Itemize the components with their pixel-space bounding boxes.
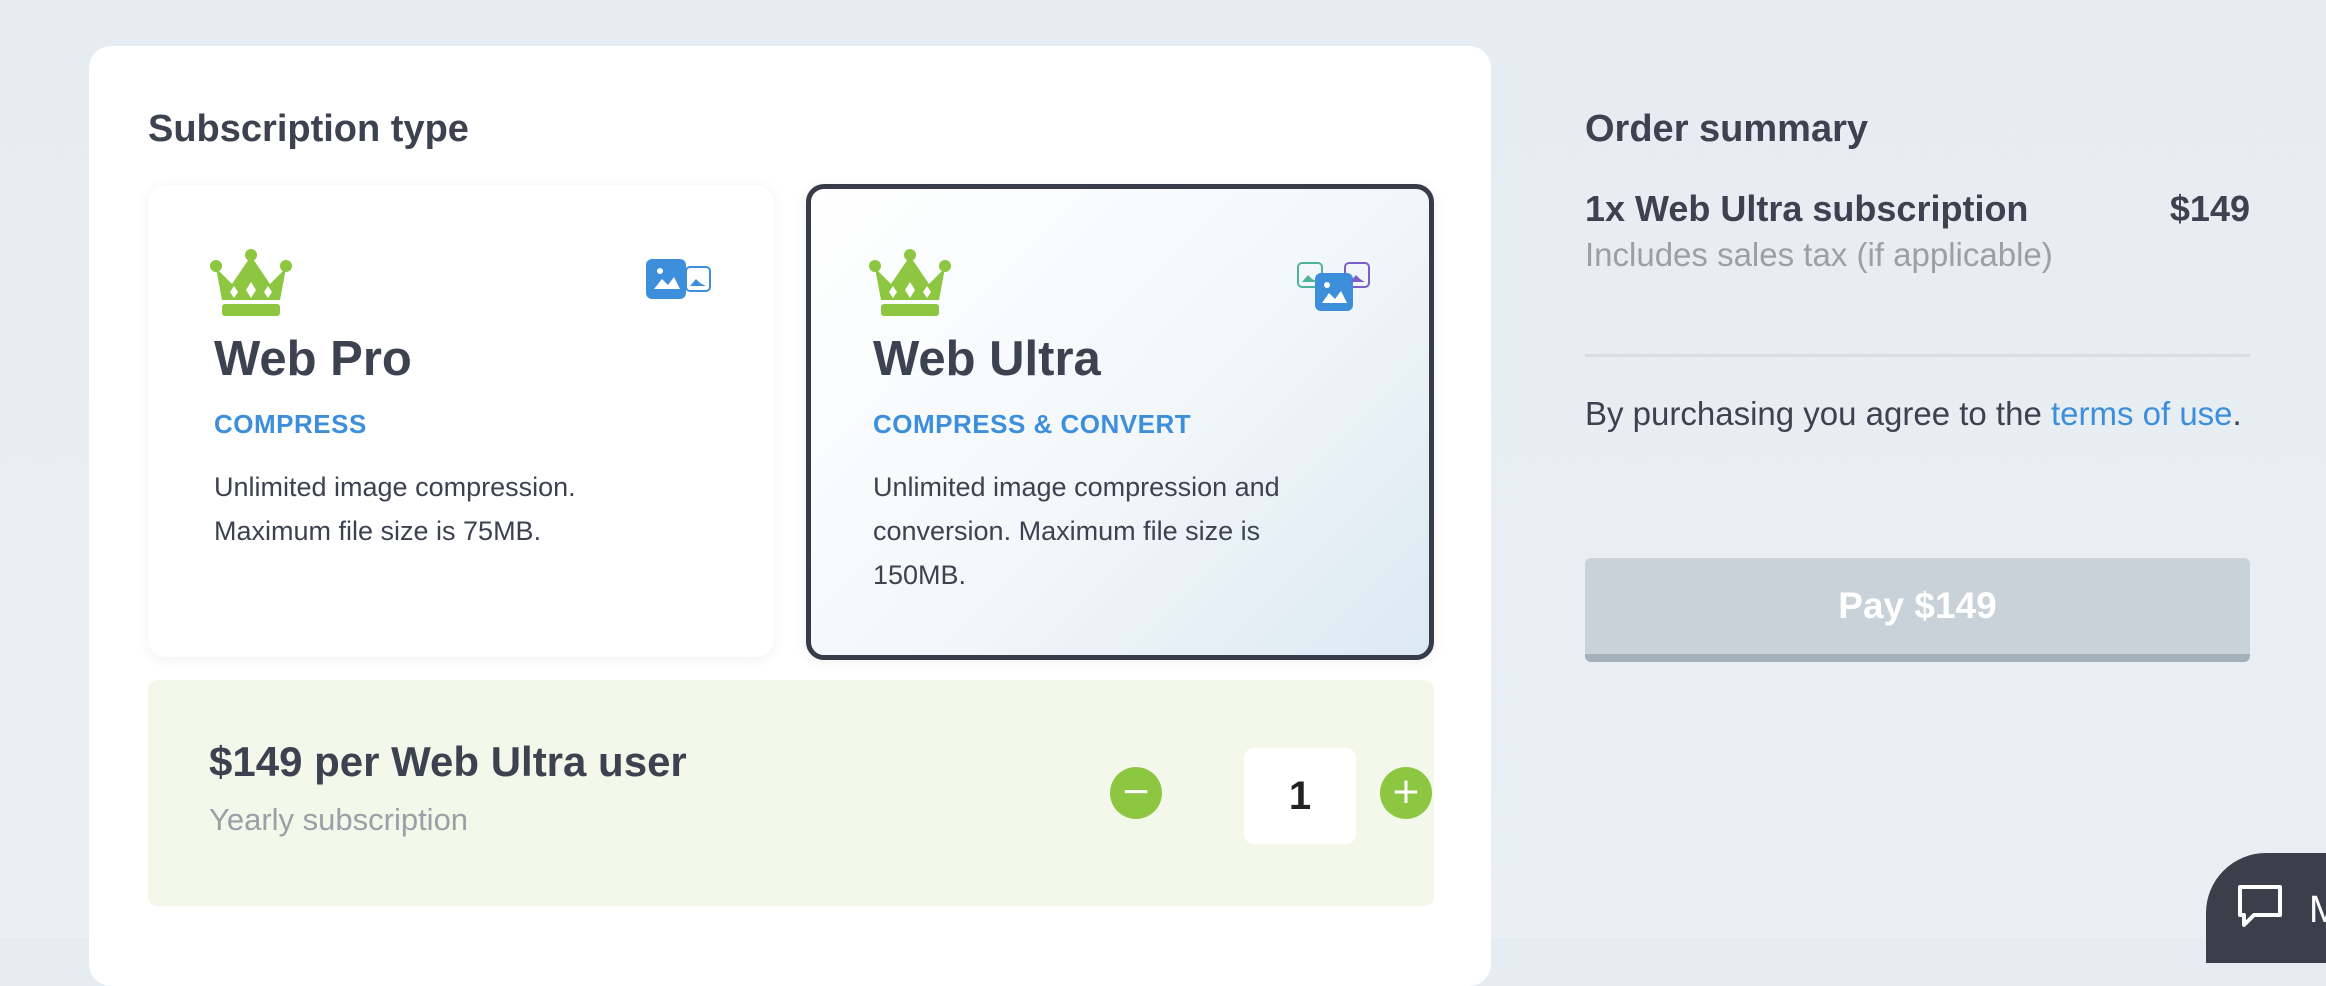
terms-suffix: .: [2232, 395, 2242, 432]
plan-card-web-ultra[interactable]: Web Ultra COMPRESS & CONVERT Unlimited i…: [806, 184, 1434, 660]
crown-icon: [210, 249, 292, 316]
plan-tag: COMPRESS: [214, 409, 367, 439]
billing-period: Yearly subscription: [209, 802, 469, 837]
plan-description: Unlimited image compression. Maximum fil…: [214, 472, 576, 546]
chat-label: M: [2309, 889, 2326, 931]
price-per-user: $149 per Web Ultra user: [209, 738, 687, 785]
crown-icon: [869, 249, 951, 316]
chat-widget-button[interactable]: M: [2206, 853, 2326, 963]
summary-title: Order summary: [1585, 108, 1869, 150]
divider: [1585, 354, 2250, 357]
pay-button[interactable]: Pay $149: [1585, 558, 2250, 662]
terms-of-use-link[interactable]: terms of use: [2051, 395, 2233, 432]
image-compress-icon: [646, 259, 711, 299]
terms-prefix: By purchasing you agree to the: [1585, 395, 2051, 432]
line-item-label: 1x Web Ultra subscription: [1585, 188, 2029, 229]
price-quantity-box: $149 per Web Ultra user Yearly subscript…: [148, 680, 1434, 906]
plan-name: Web Ultra: [873, 332, 1101, 386]
section-title: Subscription type: [148, 108, 469, 150]
decrease-quantity-button[interactable]: −: [1110, 767, 1162, 819]
plan-tag: COMPRESS & CONVERT: [873, 409, 1192, 439]
quantity-input[interactable]: [1244, 748, 1356, 844]
tax-note: Includes sales tax (if applicable): [1585, 236, 2053, 273]
terms-text: By purchasing you agree to the terms of …: [1585, 390, 2250, 438]
plan-card-web-pro[interactable]: Web Pro COMPRESS Unlimited image compres…: [148, 185, 774, 657]
chat-icon: [2238, 885, 2282, 927]
increase-quantity-button[interactable]: +: [1380, 767, 1432, 819]
plan-description: Unlimited image compression and conversi…: [873, 472, 1280, 590]
plan-name: Web Pro: [214, 332, 412, 386]
line-item-price: $149: [2169, 188, 2250, 229]
image-convert-icon: [1297, 262, 1370, 311]
subscription-panel: Subscription type Web Pro COMPRESS Unlim…: [89, 46, 1491, 986]
